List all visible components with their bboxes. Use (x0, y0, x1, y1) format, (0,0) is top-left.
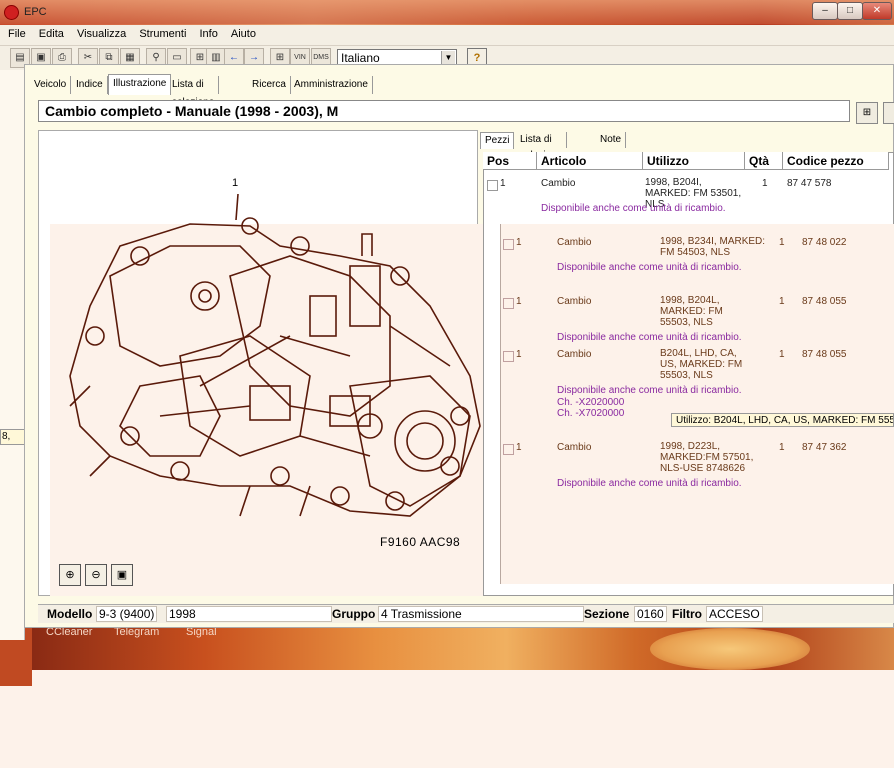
row-checkbox[interactable] (503, 351, 514, 362)
status-filter-label: Filtro (672, 607, 702, 621)
app-icon (4, 5, 19, 20)
status-year-value: 1998 (166, 606, 332, 622)
row-article[interactable]: Cambio (541, 178, 575, 189)
menu-edit[interactable]: Edita (34, 25, 69, 40)
row-availability-note: Disponibile anche come unità di ricambio… (557, 332, 742, 343)
row-usage: 1998, B204L, MARKED: FM 55503, NLS (660, 295, 723, 328)
row-chassis-range: Ch. -X2020000 (557, 397, 625, 408)
status-bar: Modello 9-3 (9400) 1998 Gruppo 4 Trasmis… (38, 604, 894, 623)
row-article[interactable]: Cambio (557, 296, 591, 307)
row-code[interactable]: 87 48 055 (802, 349, 847, 360)
wallpaper-leaf (650, 628, 810, 670)
background-window-panel (0, 70, 25, 640)
row-qty: 1 (779, 237, 785, 248)
row-availability-note: Disponibile anche come unità di ricambio… (541, 203, 726, 214)
row-chassis-range: Ch. -X7020000 (557, 408, 625, 419)
status-section-value: 0160 (634, 606, 667, 622)
tab-note[interactable]: Note (596, 132, 627, 148)
row-usage: 1998, B234I, MARKED: FM 54503, NLS (660, 236, 766, 258)
row-pos: 1 (516, 237, 522, 248)
window-title: EPC (24, 6, 47, 18)
tab-illustrazione[interactable]: Illustrazione (108, 74, 172, 95)
tab-indice[interactable]: Indice (72, 76, 108, 94)
column-header-qta[interactable]: Qtà (745, 152, 783, 170)
language-value: Italiano (341, 51, 380, 65)
tab-pezzi[interactable]: Pezzi (480, 132, 515, 149)
row-availability-note: Disponibile anche come unità di ricambio… (557, 262, 742, 273)
row-qty: 1 (762, 178, 768, 189)
menu-tools[interactable]: Strumenti (134, 25, 191, 40)
row-usage: B204L, LHD, CA, US, MARKED: FM 55503, NL… (660, 348, 743, 381)
gearbox-drawing (69, 193, 481, 517)
menu-help[interactable]: Aiuto (226, 25, 261, 40)
row-code[interactable]: 87 47 578 (787, 178, 832, 189)
menu-info[interactable]: Info (194, 25, 222, 40)
row-availability-note: Disponibile anche come unità di ricambio… (557, 478, 742, 489)
row-checkbox[interactable] (503, 298, 514, 309)
row-qty: 1 (779, 442, 785, 453)
fit-to-window-icon[interactable]: ▣ (111, 564, 133, 586)
maximize-button[interactable]: □ (837, 2, 863, 20)
row-checkbox[interactable] (487, 180, 498, 191)
tab-lista-di-selezione[interactable]: Lista di selezione (168, 76, 220, 108)
row-qty: 1 (779, 349, 785, 360)
page-title: Cambio completo - Manuale (1998 - 2003),… (45, 103, 339, 119)
zoom-out-icon[interactable]: ⊖ (85, 564, 107, 586)
minimize-button[interactable]: – (812, 2, 838, 20)
row-checkbox[interactable] (503, 444, 514, 455)
row-qty: 1 (779, 296, 785, 307)
row-availability-note: Disponibile anche come unità di ricambio… (557, 385, 742, 396)
status-model-value: 9-3 (9400) (96, 606, 158, 622)
row-code[interactable]: 87 48 022 (802, 237, 847, 248)
edit-icon[interactable] (883, 102, 894, 124)
column-header-pos[interactable]: Pos (483, 152, 537, 170)
row-code[interactable]: 87 47 362 (802, 442, 847, 453)
zoom-in-icon[interactable]: ⊕ (59, 564, 81, 586)
row-pos: 1 (500, 178, 506, 189)
close-button[interactable]: ✕ (862, 2, 892, 20)
row-pos: 1 (516, 349, 522, 360)
usage-tooltip: Utilizzo: B204L, LHD, CA, US, MARKED: FM… (671, 413, 894, 427)
row-pos: 1 (516, 442, 522, 453)
tab-parts-lista-di-selezione[interactable]: Lista di selezione (516, 132, 568, 161)
illustration-caption: F9160 AAC98 (380, 535, 461, 549)
window-titlebar[interactable] (0, 0, 894, 24)
column-header-utilizzo[interactable]: Utilizzo (643, 152, 745, 170)
column-header-codice-pezzo[interactable]: Codice pezzo (783, 152, 889, 170)
row-article[interactable]: Cambio (557, 237, 591, 248)
menu-view[interactable]: Visualizza (72, 25, 131, 40)
row-checkbox[interactable] (503, 239, 514, 250)
tab-amministrazione[interactable]: Amministrazione (290, 76, 373, 94)
status-group-label: Gruppo (332, 607, 376, 621)
page-title-box: Cambio completo - Manuale (1998 - 2003),… (38, 100, 850, 122)
status-model-label: Modello (47, 607, 93, 621)
chevron-down-icon[interactable]: ▼ (441, 51, 455, 64)
row-article[interactable]: Cambio (557, 349, 591, 360)
status-filter-value: ACCESO (706, 606, 763, 622)
column-header-articolo[interactable]: Articolo (537, 152, 643, 170)
tab-ricerca[interactable]: Ricerca (248, 76, 291, 94)
row-pos: 1 (516, 296, 522, 307)
row-article[interactable]: Cambio (557, 442, 591, 453)
status-section-label: Sezione (584, 607, 630, 621)
menu-file[interactable]: File (0, 25, 31, 40)
add-to-cart-icon[interactable]: ⊞ (856, 102, 878, 124)
menu-bar: File Edita Visualizza Strumenti Info Aiu… (0, 25, 894, 46)
row-code[interactable]: 87 48 055 (802, 296, 847, 307)
status-group-value: 4 Trasmissione (378, 606, 584, 622)
tab-veicolo[interactable]: Veicolo (30, 76, 72, 94)
row-usage: 1998, D223L, MARKED:FM 57501, NLS-USE 87… (660, 441, 754, 474)
